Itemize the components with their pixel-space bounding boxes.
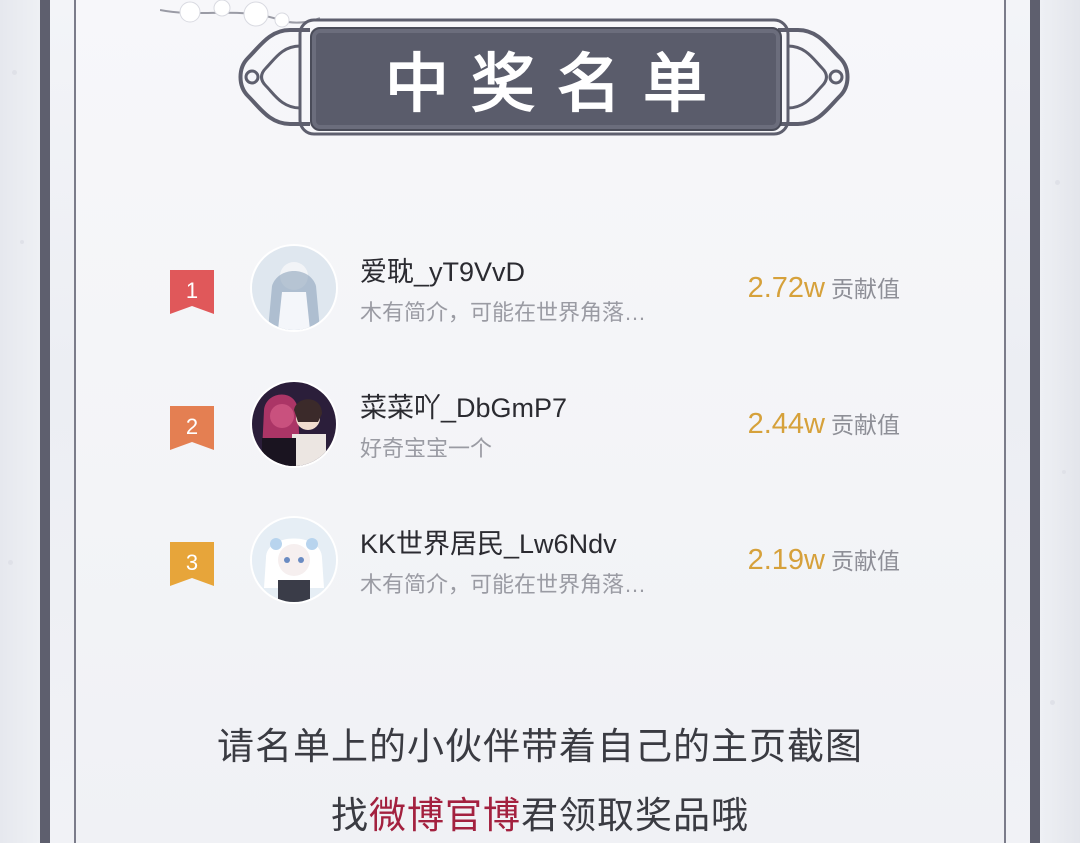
score: 2.19w 贡献值 <box>748 542 900 577</box>
footer-highlight: 微博官博 <box>369 795 521 836</box>
avatar-image <box>252 246 336 330</box>
winner-list: 1 爱耽_yT9VvD 木有简介，可能在世界角落… 2.72w 贡献值 2 菜菜… <box>160 240 920 648</box>
score: 2.44w 贡献值 <box>748 406 900 441</box>
page-title: 中奖名单 <box>385 47 729 122</box>
winner-row[interactable]: 3 KK世界居民_Lw6Ndv 木有简介，可能在世界角落… 2.19w 贡献值 <box>160 512 920 648</box>
footer-prefix: 找 <box>331 795 369 836</box>
page-background-left <box>0 0 40 843</box>
snow-speck <box>1062 470 1066 474</box>
score-value: 2.44w <box>747 408 825 440</box>
winner-bio: 好奇宝宝一个 <box>360 436 493 461</box>
snow-speck <box>12 70 17 75</box>
winner-name[interactable]: KK世界居民_Lw6Ndv <box>360 522 617 561</box>
footer-instruction-line1: 请名单上的小伙伴带着自己的主页截图 <box>217 726 863 767</box>
avatar[interactable] <box>252 246 336 330</box>
rank-number: 2 <box>185 414 199 439</box>
snow-speck <box>1050 700 1055 705</box>
winner-row[interactable]: 1 爱耽_yT9VvD 木有简介，可能在世界角落… 2.72w 贡献值 <box>160 240 920 376</box>
score-value: 2.19w <box>747 544 825 576</box>
rank-badge: 3 <box>170 542 214 586</box>
winner-bio: 木有简介，可能在世界角落… <box>360 572 647 597</box>
winner-name[interactable]: 菜菜吖_DbGmP7 <box>360 386 567 425</box>
score: 2.72w 贡献值 <box>748 270 900 305</box>
winner-row[interactable]: 2 菜菜吖_DbGmP7 好奇宝宝一个 2.44w 贡献值 <box>160 376 920 512</box>
page-background-right <box>1040 0 1080 843</box>
rank-badge: 1 <box>170 270 214 314</box>
snow-speck <box>8 560 13 565</box>
footer-instruction-line2: 找微博官博君领取奖品哦 <box>76 785 1004 839</box>
winner-name[interactable]: 爱耽_yT9VvD <box>360 250 525 289</box>
avatar-image <box>252 518 336 602</box>
score-label: 贡献值 <box>831 412 900 438</box>
title-plate: 中奖名单 <box>310 27 782 131</box>
score-label: 贡献值 <box>831 276 900 302</box>
score-value: 2.72w <box>747 272 825 304</box>
avatar[interactable] <box>252 518 336 602</box>
score-label: 贡献值 <box>831 548 900 574</box>
avatar-image <box>252 382 336 466</box>
rank-number: 3 <box>185 550 199 575</box>
snow-speck <box>1055 180 1060 185</box>
avatar[interactable] <box>252 382 336 466</box>
winner-bio: 木有简介，可能在世界角落… <box>360 300 647 325</box>
rank-badge: 2 <box>170 406 214 450</box>
snow-speck <box>20 240 24 244</box>
footer-suffix: 君领取奖品哦 <box>521 795 749 836</box>
rank-number: 1 <box>185 278 199 303</box>
